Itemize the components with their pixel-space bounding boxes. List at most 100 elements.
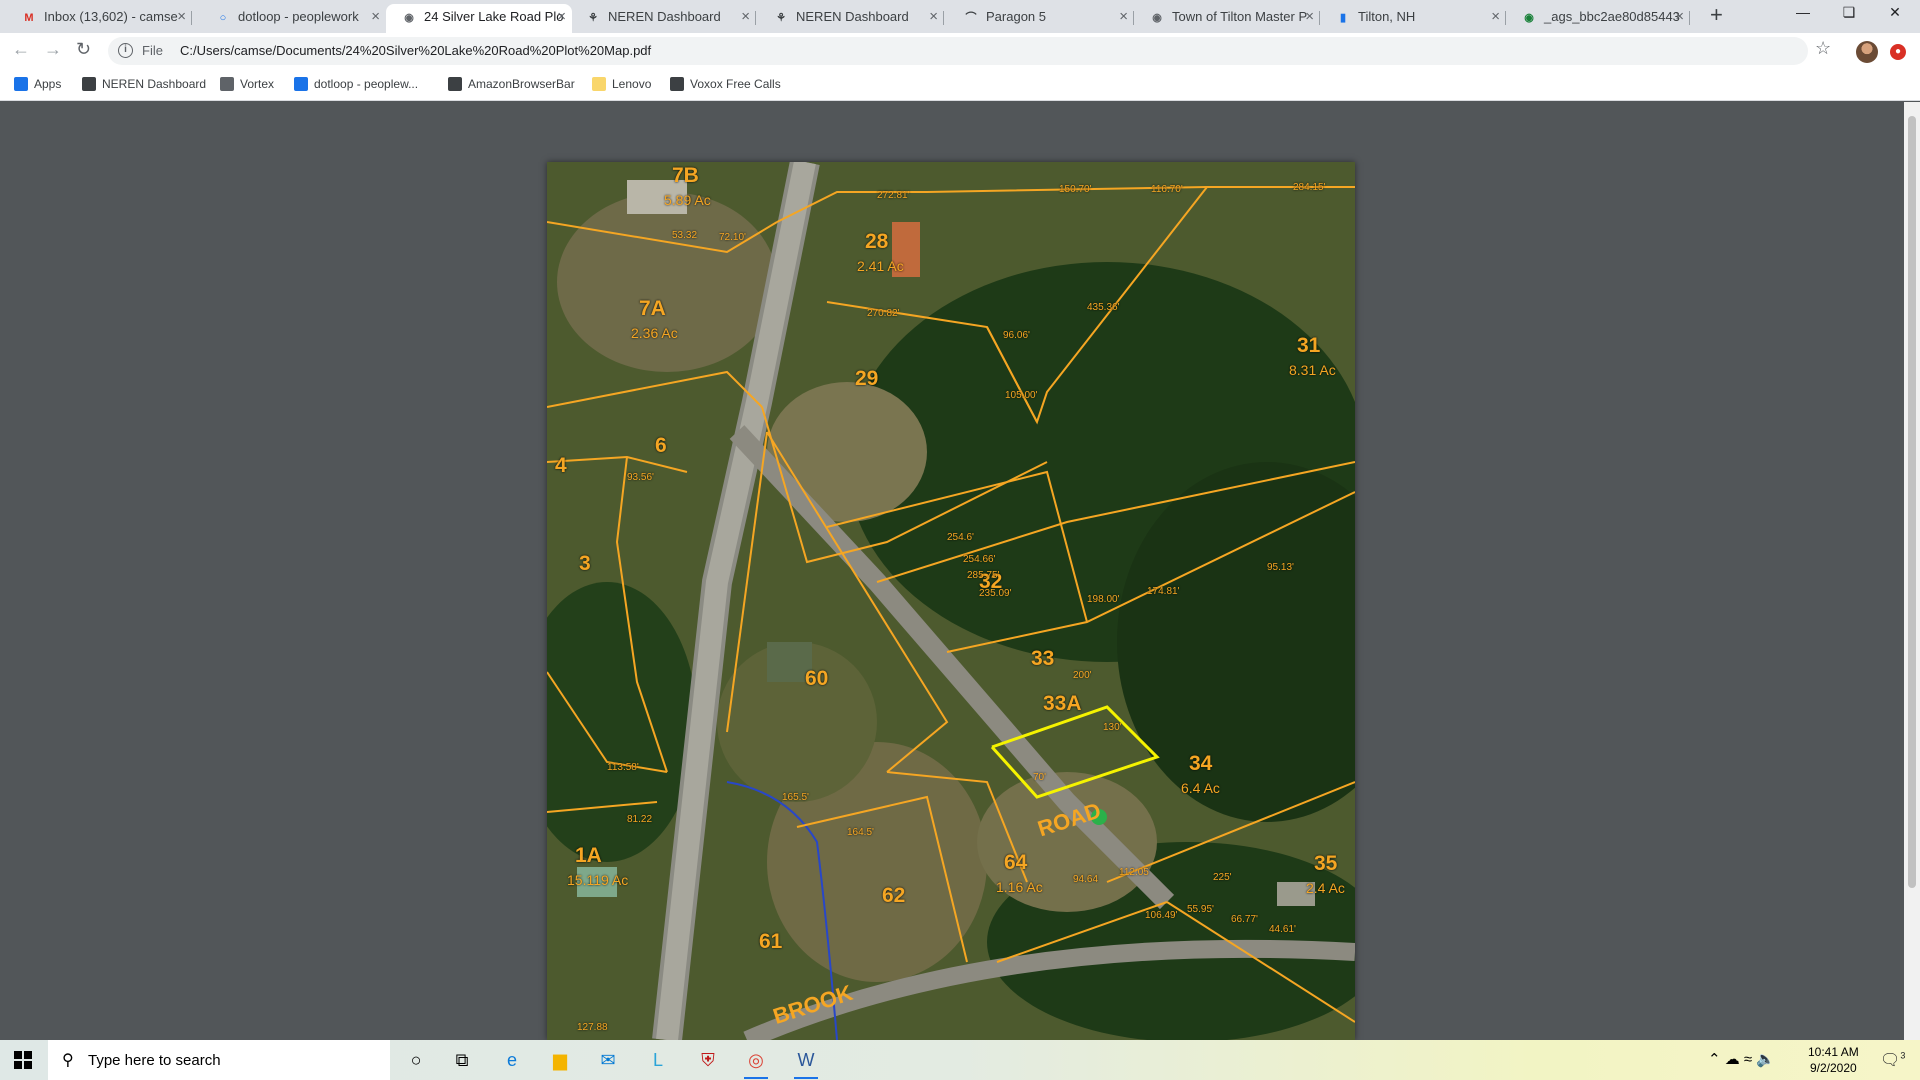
minimize-button[interactable]: — — [1780, 4, 1826, 20]
tab-title: NEREN Dashboard — [608, 9, 721, 24]
bookmark-label: Vortex — [240, 77, 275, 91]
close-tab-icon[interactable]: × — [557, 4, 566, 30]
search-icon: ⚲ — [62, 1052, 74, 1069]
restore-button[interactable]: ❏ — [1826, 4, 1872, 21]
clearing — [557, 192, 777, 372]
dotloop-icon — [294, 77, 308, 91]
windows-start-icon[interactable] — [14, 1051, 32, 1072]
document-icon: ▮ — [1339, 12, 1347, 24]
dimension-label: 225' — [1213, 872, 1232, 883]
taskbar-search-box[interactable]: ⚲ Type here to search — [48, 1040, 390, 1080]
tab-0[interactable]: M Inbox (13,602) - camse × — [6, 4, 192, 33]
mail-icon[interactable]: ✉ — [592, 1044, 624, 1076]
file-explorer-icon[interactable]: ▆ — [544, 1044, 576, 1076]
tab-strip: M Inbox (13,602) - camse × ○ dotloop - peopl… — [0, 0, 1920, 33]
dimension-label: 93.56' — [627, 472, 654, 483]
dimension-label: 96.06' — [1003, 330, 1030, 341]
dimension-label: 55.95' — [1187, 904, 1214, 915]
lot-acreage: 8.31 Ac — [1289, 362, 1336, 378]
vortex-icon — [220, 77, 234, 91]
dimension-label: 270.82' — [867, 308, 900, 319]
lot-number: 7A — [639, 297, 666, 320]
tab-3[interactable]: ⚘ NEREN Dashboard × — [570, 4, 756, 33]
tab-1[interactable]: ○ dotloop - peoplework × — [200, 4, 386, 33]
bookmark-dotloop-peoplew[interactable]: dotloop - peoplew... — [294, 77, 418, 91]
bookmark-star-icon[interactable]: ☆ — [1815, 38, 1831, 59]
neren-icon: ⚘ — [776, 12, 786, 24]
close-tab-icon[interactable]: × — [371, 4, 380, 30]
lot-acreage: 1.16 Ac — [996, 879, 1043, 895]
dimension-label: 66.77' — [1231, 914, 1258, 925]
globe-icon — [670, 77, 684, 91]
tab-4[interactable]: ⚘ NEREN Dashboard × — [758, 4, 944, 33]
bookmark-amazonbrowserbar[interactable]: AmazonBrowserBar — [448, 77, 575, 91]
vertical-scrollbar[interactable] — [1904, 102, 1920, 1040]
close-tab-icon[interactable]: × — [1675, 4, 1684, 30]
lot-acreage: 5.89 Ac — [664, 192, 711, 208]
tab-title: NEREN Dashboard — [796, 9, 909, 24]
forward-button[interactable]: → — [44, 39, 62, 60]
scrollbar-thumb[interactable] — [1908, 116, 1916, 888]
bookmark-voxox-free-calls[interactable]: Voxox Free Calls — [670, 77, 781, 91]
dimension-label: 254.66' — [963, 554, 996, 565]
mcafee-icon[interactable]: ⛨ — [692, 1044, 724, 1076]
address-bar[interactable]: i File C:/Users/camse/Documents/24%20Sil… — [108, 37, 1808, 65]
globe-icon: ◉ — [1152, 12, 1162, 24]
l-app-icon[interactable]: L — [642, 1044, 674, 1076]
bookmark-lenovo[interactable]: Lenovo — [592, 77, 651, 91]
new-tab-button[interactable]: + — [1710, 2, 1723, 28]
task-view-icon[interactable]: ⧉ — [446, 1044, 478, 1076]
word-icon[interactable]: W — [790, 1044, 822, 1079]
close-tab-icon[interactable]: × — [1119, 4, 1128, 30]
dimension-label: 105.00' — [1005, 390, 1038, 401]
close-tab-icon[interactable]: × — [741, 4, 750, 30]
close-tab-icon[interactable]: × — [1305, 4, 1314, 30]
tab-title: Paragon 5 — [986, 9, 1046, 24]
dimension-label: 130' — [1103, 722, 1122, 733]
lot-acreage: 2.4 Ac — [1306, 880, 1345, 896]
bookmark-neren-dashboard[interactable]: NEREN Dashboard — [82, 77, 206, 91]
dimension-label: 150.70' — [1059, 184, 1092, 195]
globe-icon — [448, 77, 462, 91]
tab-2[interactable]: ◉ 24 Silver Lake Road Plo × — [386, 4, 572, 33]
dimension-label: 116.70' — [1151, 184, 1183, 195]
notification-count: 3 — [1900, 1050, 1906, 1061]
lot-acreage: 2.36 Ac — [631, 325, 678, 341]
info-icon[interactable]: i — [118, 43, 133, 58]
notification-icon[interactable]: 🗨3 — [1880, 1050, 1905, 1070]
close-tab-icon[interactable]: × — [1491, 4, 1500, 30]
profile-avatar[interactable] — [1856, 41, 1878, 63]
extension-icon[interactable]: ● — [1890, 44, 1906, 60]
cortana-icon[interactable]: ○ — [400, 1044, 432, 1076]
lot-number: 1A — [575, 844, 602, 867]
globe-icon: ◉ — [1524, 12, 1534, 24]
tab-5[interactable]: ⌒ Paragon 5 × — [948, 4, 1134, 33]
tab-6[interactable]: ◉ Town of Tilton Master P × — [1134, 4, 1320, 33]
reload-button[interactable]: ↻ — [76, 39, 91, 60]
clock[interactable]: 10:41 AM 9/2/2020 — [1808, 1044, 1859, 1076]
chrome-icon[interactable]: ◎ — [740, 1044, 772, 1079]
edge-icon[interactable]: e — [496, 1044, 528, 1076]
windows-taskbar: ⚲ Type here to search ○ ⧉ e ▆ ✉ L ⛨ ◎ W ⌃ ☁ ≈ 🔈 … — [0, 1040, 1920, 1080]
system-tray[interactable]: ⌃ ☁ ≈ 🔈 — [1708, 1050, 1775, 1068]
dimension-label: 284.15' — [1293, 182, 1326, 193]
tab-7[interactable]: ▮ Tilton, NH × — [1320, 4, 1506, 33]
pdf-viewer[interactable]: 7B 5.89 Ac 28 2.41 Ac 7A 2.36 Ac 29 31 8.31 Ac 6 4… — [0, 102, 1904, 1040]
tab-8[interactable]: ◉ _ags_bbc2ae80d85443 × — [1506, 4, 1690, 33]
bookmarks-bar: Apps NEREN Dashboard Vortex dotloop - peopl… — [0, 71, 1920, 101]
lot-number: 7B — [672, 164, 699, 187]
browser-toolbar: ← → ↻ i File C:/Users/camse/Documents/24… — [0, 33, 1920, 71]
close-tab-icon[interactable]: × — [177, 4, 186, 30]
close-window-button[interactable]: ✕ — [1872, 4, 1918, 21]
back-button[interactable]: ← — [12, 39, 30, 60]
folder-icon — [592, 77, 606, 91]
close-tab-icon[interactable]: × — [929, 4, 938, 30]
bookmark-vortex[interactable]: Vortex — [220, 77, 274, 91]
bookmark-apps[interactable]: Apps — [14, 77, 61, 91]
dimension-label: 198.00' — [1087, 594, 1120, 605]
dimension-label: 72.10' — [719, 232, 746, 243]
lot-acreage: 6.4 Ac — [1181, 780, 1220, 796]
url-text[interactable]: C:/Users/camse/Documents/24%20Silver%20L… — [180, 43, 651, 58]
dimension-label: 127.88 — [577, 1022, 608, 1033]
dimension-label: 254.6' — [947, 532, 974, 543]
